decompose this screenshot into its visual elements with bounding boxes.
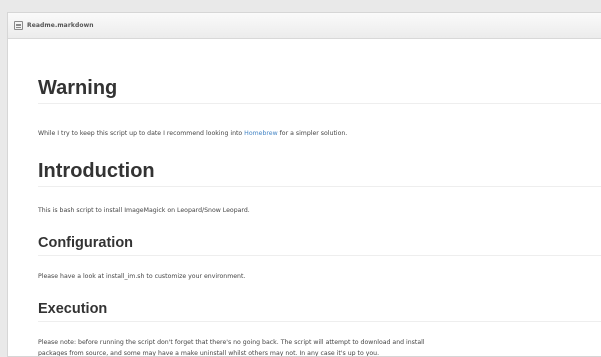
- introduction-paragraph: This is bash script to install ImageMagi…: [38, 207, 250, 214]
- file-header: Readme.markdown: [8, 13, 601, 39]
- configuration-paragraph: Please have a look at install_im.sh to c…: [38, 273, 246, 280]
- warning-paragraph: While I try to keep this script up to da…: [38, 129, 347, 139]
- warning-text-after: for a simpler solution.: [277, 130, 348, 137]
- execution-paragraph-line-1: Please note: before running the script d…: [38, 339, 425, 346]
- readme-panel: Readme.markdown Warning While I try to k…: [7, 12, 601, 357]
- homebrew-link[interactable]: Homebrew: [244, 130, 277, 137]
- heading-warning: Warning: [38, 77, 601, 104]
- file-name[interactable]: Readme.markdown: [27, 22, 94, 29]
- heading-execution: Execution: [38, 301, 601, 322]
- execution-paragraph-line-2: packages from source, and some may have …: [38, 350, 380, 357]
- heading-configuration: Configuration: [38, 235, 601, 256]
- warning-text-before: While I try to keep this script up to da…: [38, 130, 245, 137]
- file-text-icon: [14, 21, 23, 30]
- heading-introduction: Introduction: [38, 160, 601, 187]
